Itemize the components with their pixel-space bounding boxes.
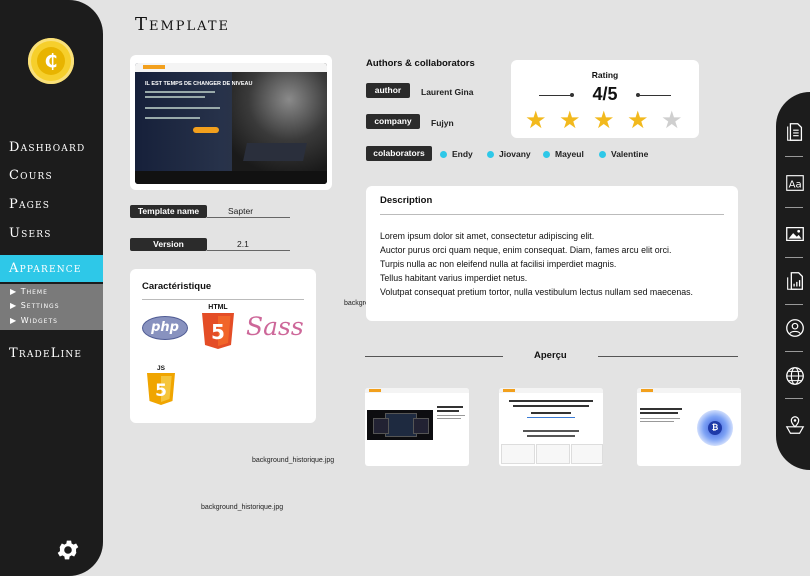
template-name-value: Sapter (228, 206, 254, 216)
globe-icon[interactable] (784, 365, 806, 387)
subnav-label: Settings (20, 301, 60, 310)
star-empty-icon[interactable]: ★ (661, 109, 683, 133)
author-value: Laurent Gina (421, 87, 474, 97)
divider (785, 398, 803, 399)
dot-icon (440, 151, 447, 158)
sidebar-item-cours[interactable]: Cours (9, 168, 53, 183)
coin-c-icon[interactable]: ₵ (28, 38, 74, 84)
dot-icon (599, 151, 606, 158)
caracteristique-title: Caractéristique (142, 281, 212, 292)
divider-dot (636, 93, 640, 97)
divider (539, 95, 573, 96)
subnav-label: Widgets (20, 316, 58, 325)
version-label: Version (130, 238, 207, 251)
gear-icon[interactable] (55, 537, 81, 567)
star-filled-icon[interactable]: ★ (627, 109, 649, 133)
author-label: author (366, 83, 410, 98)
collaborator-item: Jiovany (487, 149, 531, 159)
sidebar-item-dashboard[interactable]: Dashboard (9, 140, 85, 155)
description-line: Auctor purus orci quam neque, enim conse… (380, 245, 672, 255)
version-value: 2.1 (237, 239, 249, 249)
document-icon[interactable] (784, 121, 806, 143)
divider (785, 351, 803, 352)
page-title: Template (135, 14, 231, 35)
apercu-thumbnail-1[interactable] (365, 388, 469, 466)
apercu-thumbnail-2[interactable] (499, 388, 603, 466)
subnav-item-settings[interactable]: ▶ Settings (10, 301, 60, 310)
sidebar-item-apparence[interactable]: Apparence (9, 261, 82, 276)
user-circle-icon[interactable] (784, 317, 806, 339)
divider (785, 156, 803, 157)
company-value: Fujyn (431, 118, 454, 128)
js-logo: JS 5 (147, 365, 175, 407)
description-line: Tellus habitant varius imperdiet netus. (380, 273, 528, 283)
sass-logo: Sass (246, 312, 304, 341)
sidebar-item-users[interactable]: Users (9, 226, 52, 241)
description-line: Turpis nulla ac non eleifend nulla at fa… (380, 259, 617, 269)
rating-card: Rating 4/5 ★ ★ ★ ★ ★ (511, 60, 699, 138)
star-filled-icon[interactable]: ★ (525, 109, 547, 133)
authors-title: Authors & collaborators (366, 58, 475, 69)
js-logo-text: JS (157, 365, 165, 372)
divider (637, 95, 671, 96)
version-field[interactable]: 2.1 (207, 238, 290, 251)
collaborator-name: Endy (452, 149, 473, 159)
caracteristique-card: Caractéristique php HTML 5 Sass JS 5 (130, 269, 316, 423)
divider (785, 257, 803, 258)
html5-logo: HTML 5 (200, 304, 236, 352)
logo-letter: ₵ (37, 47, 65, 75)
sidebar: ₵ Dashboard Cours Pages Users Apparence … (0, 0, 103, 576)
divider (785, 207, 803, 208)
html-logo-text: HTML (208, 304, 228, 311)
divider (380, 214, 724, 215)
divider (142, 299, 304, 300)
description-line: Lorem ipsum dolor sit amet, consectetur … (380, 231, 595, 241)
subnav-item-widgets[interactable]: ▶ Widgets (10, 316, 58, 325)
collaborators-label: colaborators (366, 146, 432, 161)
subnav-item-theme[interactable]: ▶ Theme (10, 287, 48, 296)
php-logo: php (142, 316, 188, 340)
template-preview-card[interactable]: IL EST TEMPS DE CHANGER DE NIVEAU (130, 55, 332, 190)
description-title: Description (380, 195, 433, 206)
apercu-title: Aperçu (534, 350, 567, 361)
svg-text:5: 5 (155, 381, 167, 401)
svg-text:Aa: Aa (789, 180, 802, 191)
description-card: Description Lorem ipsum dolor sit amet, … (366, 186, 738, 321)
rating-label: Rating (591, 70, 619, 80)
star-filled-icon[interactable]: ★ (559, 109, 581, 133)
filename-caption: background_historique.jpg (252, 457, 335, 464)
collaborator-name: Jiovany (499, 149, 531, 159)
right-toolbar: Aa (776, 92, 810, 470)
collaborator-item: Mayeul (543, 149, 584, 159)
dot-icon (543, 151, 550, 158)
filename-caption: background_historique.jpg (201, 504, 284, 511)
template-name-field[interactable]: Sapter (207, 205, 290, 218)
map-icon[interactable] (784, 414, 806, 436)
svg-text:5: 5 (211, 320, 225, 344)
divider (598, 356, 738, 357)
apercu-thumbnail-3[interactable]: ₿ (637, 388, 741, 466)
divider (785, 304, 803, 305)
image-icon[interactable] (784, 223, 806, 245)
collaborator-item: Endy (440, 149, 473, 159)
sidebar-item-tradeline[interactable]: TradeLine (9, 346, 82, 361)
template-preview-image: IL EST TEMPS DE CHANGER DE NIVEAU (135, 63, 327, 184)
collaborator-item: Valentine (599, 149, 648, 159)
star-filled-icon[interactable]: ★ (593, 109, 615, 133)
divider-dot (570, 93, 574, 97)
dot-icon (487, 151, 494, 158)
font-icon[interactable]: Aa (784, 172, 806, 194)
company-label: company (366, 114, 420, 129)
subnav-label: Theme (20, 287, 48, 296)
collaborator-name: Mayeul (555, 149, 584, 159)
php-logo-text: php (151, 320, 179, 335)
template-name-label: Template name (130, 205, 207, 218)
sidebar-item-pages[interactable]: Pages (9, 197, 50, 212)
preview-headline: IL EST TEMPS DE CHANGER DE NIVEAU (145, 81, 253, 87)
collaborator-name: Valentine (611, 149, 649, 159)
chart-document-icon[interactable] (784, 270, 806, 292)
description-line: Volutpat consequat pretium tortor, nulla… (380, 287, 693, 297)
divider (365, 356, 503, 357)
